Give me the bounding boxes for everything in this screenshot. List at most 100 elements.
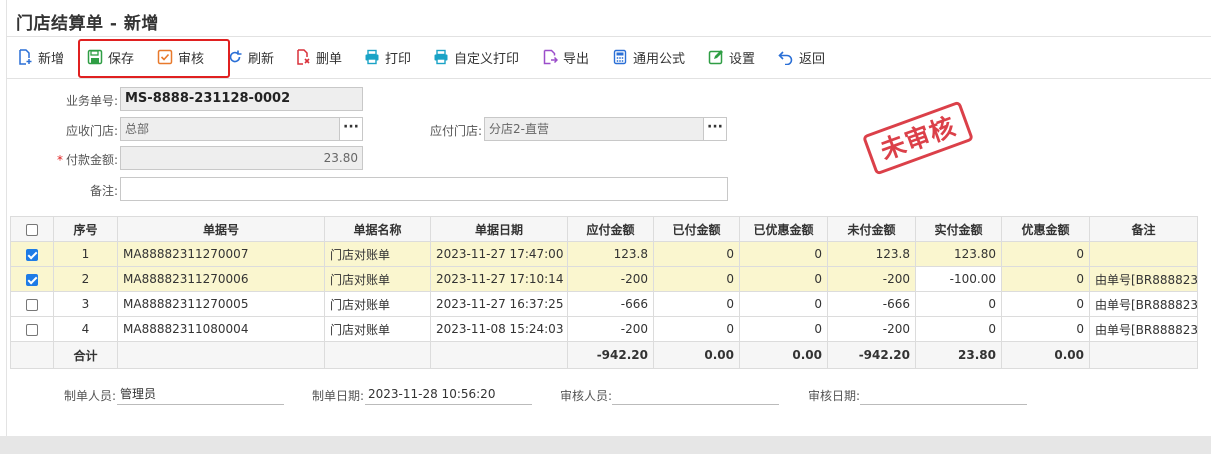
cell-remark[interactable]: 由单号[BR888823 [1089,266,1198,292]
row-checkbox[interactable] [26,323,38,336]
total-row: 合计 -942.20 0.00 0.00 -942.20 23.80 0.00 [10,341,1198,369]
left-border [6,0,7,436]
make-date-field: 2023-11-28 10:56:20 [365,383,532,405]
cell-doc: MA88882311080004 [117,316,325,342]
cell-paid: 0 [653,291,740,317]
col-header-actual: 实付金额 [915,216,1002,242]
cell-discount[interactable]: 0 [1001,241,1090,267]
pay-store-picker-button[interactable]: ··· [703,117,727,141]
table-row[interactable]: 2 MA88882311270006 门店对账单 2023-11-27 17:1… [10,266,1198,292]
make-date-label: 制单日期: [312,389,365,403]
auditor-label: 审核人员: [560,389,613,403]
cell-remark[interactable]: 由单号[BR888823 [1089,291,1198,317]
recv-store-field[interactable]: 总部 [120,117,340,141]
col-header-date: 单据日期 [430,216,568,242]
audit-date-field [860,383,1027,405]
cell-discount[interactable]: 0 [1001,291,1090,317]
table-row[interactable]: 1 MA88882311270007 门店对账单 2023-11-27 17:4… [10,241,1198,267]
cell-remark[interactable]: 由单号[BR888823 [1089,316,1198,342]
delete-label: 删单 [316,51,343,67]
cell-unpaid: -666 [827,291,916,317]
table-row[interactable]: 3 MA88882311270005 门店对账单 2023-11-27 16:3… [10,291,1198,317]
total-blank [10,341,54,369]
toolbar-divider [6,78,1211,79]
custom-printer-icon [433,49,449,65]
select-all-cell[interactable] [10,216,54,242]
back-label: 返回 [799,51,826,67]
delete-button[interactable]: 删单 [295,44,342,70]
total-blank [324,341,431,369]
total-label: 合计 [53,341,118,369]
formula-button[interactable]: 通用公式 [612,44,685,70]
total-discounted: 0.00 [739,341,828,369]
custom-print-label: 自定义打印 [454,51,520,67]
row-select-cell[interactable] [10,241,54,267]
row-checkbox[interactable] [26,248,38,261]
pay-store-field[interactable]: 分店2-直营 [484,117,704,141]
cell-actual-editing[interactable]: -100.00 [915,266,1002,292]
audit-date-label: 审核日期: [808,389,861,403]
cell-discounted: 0 [739,291,828,317]
total-blank [430,341,568,369]
col-header-discounted: 已优惠金额 [739,216,828,242]
col-header-no: 序号 [53,216,118,242]
custom-print-button[interactable]: 自定义打印 [433,44,519,70]
cell-no: 3 [53,291,118,317]
cell-actual[interactable]: 0 [915,291,1002,317]
formula-label: 通用公式 [633,51,686,67]
export-icon [542,49,559,65]
calculator-icon [612,49,628,65]
recv-store-label: 应收门店: [65,124,118,138]
bottom-gutter [0,436,1211,454]
cell-discount[interactable]: 0 [1001,266,1090,292]
cell-unpaid: -200 [827,316,916,342]
remark-field[interactable] [120,177,728,201]
cell-remark[interactable] [1089,241,1198,267]
select-all-checkbox[interactable] [26,223,38,236]
cell-payable: -200 [567,266,654,292]
detail-table: 序号 单据号 单据名称 单据日期 应付金额 已付金额 已优惠金额 未付金额 实付… [10,216,1198,369]
refresh-button[interactable]: 刷新 [227,44,274,70]
pay-store-label: 应付门店: [429,124,482,138]
total-blank [117,341,325,369]
print-label: 打印 [385,51,412,67]
export-button[interactable]: 导出 [542,44,589,70]
cell-actual[interactable]: 0 [915,316,1002,342]
refresh-label: 刷新 [248,51,275,67]
cell-discounted: 0 [739,266,828,292]
new-button[interactable]: 新增 [17,44,64,70]
row-select-cell[interactable] [10,316,54,342]
col-header-discount: 优惠金额 [1001,216,1090,242]
print-button[interactable]: 打印 [364,44,411,70]
cell-no: 4 [53,316,118,342]
cell-date: 2023-11-27 17:10:14 [430,266,568,292]
cell-name: 门店对账单 [324,316,431,342]
col-header-unpaid: 未付金额 [827,216,916,242]
table-row[interactable]: 4 MA88882311080004 门店对账单 2023-11-08 15:2… [10,316,1198,342]
doc-no-field[interactable]: MS-8888-231128-0002 [120,87,363,111]
back-button[interactable]: 返回 [778,44,825,70]
col-header-payable: 应付金额 [567,216,654,242]
cell-date: 2023-11-08 15:24:03 [430,316,568,342]
amount-label-wrap: * 付款金额: [30,151,118,168]
delete-doc-icon [295,49,311,65]
row-checkbox[interactable] [26,273,38,286]
cell-payable: -200 [567,316,654,342]
cell-name: 门店对账单 [324,291,431,317]
new-label: 新增 [38,51,65,67]
total-discount: 0.00 [1001,341,1090,369]
settings-button[interactable]: 设置 [708,44,755,70]
recv-store-picker-button[interactable]: ··· [339,117,363,141]
row-checkbox[interactable] [26,298,38,311]
row-select-cell[interactable] [10,291,54,317]
cell-discount[interactable]: 0 [1001,316,1090,342]
total-unpaid: -942.20 [827,341,916,369]
cell-doc: MA88882311270006 [117,266,325,292]
amount-field[interactable]: 23.80 [120,146,363,170]
row-select-cell[interactable] [10,266,54,292]
edit-settings-icon [708,49,724,65]
cell-discounted: 0 [739,241,828,267]
col-header-name: 单据名称 [324,216,431,242]
total-actual: 23.80 [915,341,1002,369]
cell-actual[interactable]: 123.80 [915,241,1002,267]
